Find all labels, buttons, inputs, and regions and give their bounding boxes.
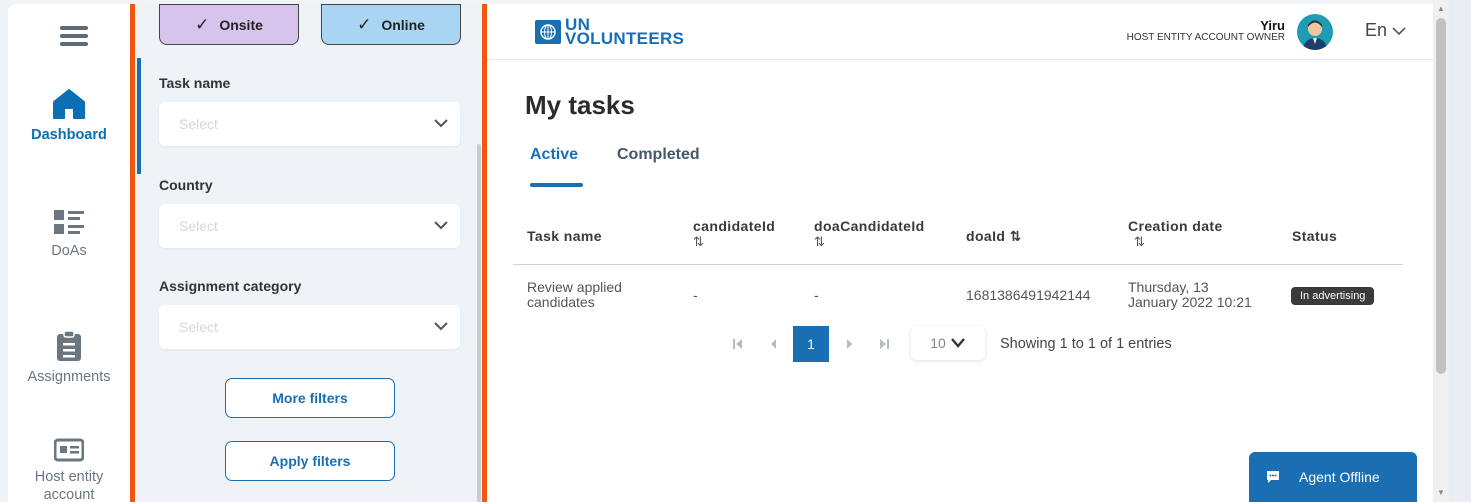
nav-item-assignments[interactable]: Assignments: [8, 330, 130, 386]
language-label: En: [1364, 20, 1387, 40]
nav-item-host-entity-account[interactable]: Host entity account: [8, 438, 130, 502]
top-bar: UN VOLUNTEERS Yiru HOST ENTITY ACCOUNT O…: [487, 4, 1433, 60]
onsite-toggle-label: Onsite: [219, 16, 263, 33]
nav-label-dashboard: Dashboard: [31, 127, 107, 143]
column-header-doa-id-label: doaId ⇅: [966, 228, 1022, 244]
assignment-category-select[interactable]: Select: [159, 305, 460, 349]
filter-panel-scrollbar[interactable]: [477, 144, 481, 502]
sort-icon[interactable]: ⇅: [1128, 234, 1223, 249]
app-root: Dashboard DoAs Assignments Host entity a…: [0, 0, 1471, 502]
onsite-toggle[interactable]: ✓ Onsite: [159, 4, 299, 45]
chevron-down-icon: [434, 221, 448, 230]
next-page-icon[interactable]: [843, 338, 855, 350]
sort-icon[interactable]: ⇅: [814, 234, 925, 249]
cell-task-name-line-2: candidates: [527, 294, 595, 310]
nav-label-host-entity-account: Host entity account: [34, 469, 104, 502]
column-header-doa-candidate-id[interactable]: doaCandidateId ⇅: [814, 218, 925, 250]
online-toggle[interactable]: ✓ Online: [321, 4, 461, 45]
sidebar-divider: [130, 4, 135, 502]
list-icon: [54, 210, 84, 234]
chevron-down-icon: [434, 322, 448, 331]
window-edge: [1449, 0, 1471, 502]
column-header-status-label: Status: [1292, 228, 1338, 244]
cell-doa-candidate-id: -: [814, 287, 819, 303]
column-header-doa-candidate-id-label: doaCandidateId: [814, 218, 925, 234]
column-header-status: Status: [1292, 229, 1337, 244]
tab-active[interactable]: Active: [530, 146, 578, 164]
active-section-indicator: [137, 58, 141, 174]
check-icon: ✓: [195, 14, 210, 34]
user-role: HOST ENTITY ACCOUNT OWNER: [1126, 32, 1285, 43]
cell-task-name-line-1: Review applied: [527, 279, 622, 295]
scroll-down-icon[interactable]: ▼: [1437, 488, 1445, 497]
cell-creation-date-line-2: January 2022 10:21: [1128, 294, 1252, 310]
page-title: My tasks: [525, 90, 635, 120]
check-icon: ✓: [357, 14, 372, 34]
page-button-current[interactable]: 1: [793, 326, 829, 362]
un-volunteers-logo[interactable]: UN VOLUNTEERS: [535, 16, 685, 48]
chevron-down-icon: [434, 119, 448, 128]
task-name-placeholder: Select: [179, 116, 218, 132]
column-header-candidate-id-label: candidateId: [693, 218, 776, 234]
chevron-down-icon: [950, 338, 965, 348]
hamburger-menu-icon[interactable]: [60, 26, 88, 46]
column-header-candidate-id[interactable]: candidateId ⇅: [693, 218, 776, 250]
tab-completed[interactable]: Completed: [617, 146, 700, 164]
more-filters-button[interactable]: More filters: [225, 378, 395, 418]
previous-page-icon[interactable]: [768, 338, 780, 350]
task-name-label: Task name: [159, 75, 231, 91]
page-scrollbar[interactable]: ▲ ▼: [1433, 0, 1449, 502]
pagination-info: Showing 1 to 1 of 1 entries: [1000, 336, 1172, 352]
home-icon: [53, 89, 85, 119]
column-header-creation-date-label: Creation date: [1128, 218, 1223, 234]
avatar[interactable]: [1297, 14, 1333, 50]
apply-filters-button[interactable]: Apply filters: [225, 441, 395, 481]
country-label: Country: [159, 177, 213, 193]
assignment-category-placeholder: Select: [179, 319, 218, 335]
logo-line-2: VOLUNTEERS: [565, 29, 685, 48]
column-header-creation-date[interactable]: Creation date ⇅: [1128, 218, 1223, 250]
nav-item-doas[interactable]: DoAs: [8, 210, 130, 260]
left-nav: Dashboard DoAs Assignments Host entity a…: [8, 4, 130, 502]
clipboard-icon: [57, 330, 81, 361]
logo-text: UN VOLUNTEERS: [565, 16, 685, 48]
assignment-category-label: Assignment category: [159, 278, 302, 294]
cell-candidate-id: -: [693, 287, 698, 303]
table-header-divider: [513, 264, 1403, 265]
cell-creation-date-line-1: Thursday, 13: [1128, 279, 1209, 295]
cell-task-name: Review applied candidates: [527, 280, 622, 310]
chat-widget-label: Agent Offline: [1299, 469, 1380, 485]
language-selector[interactable]: En: [1365, 20, 1407, 41]
nav-label-doas: DoAs: [51, 243, 87, 259]
active-tab-indicator: [530, 183, 583, 187]
last-page-icon[interactable]: [878, 338, 890, 350]
column-header-task-name: Task name: [527, 229, 602, 244]
page-size-select[interactable]: 10: [911, 326, 985, 360]
chat-widget-button[interactable]: Agent Offline: [1249, 452, 1417, 502]
user-name: Yiru: [1260, 18, 1285, 33]
nav-label-assignments: Assignments: [27, 369, 111, 385]
nav-item-dashboard[interactable]: Dashboard: [8, 88, 130, 144]
country-select[interactable]: Select: [159, 204, 460, 248]
cell-creation-date: Thursday, 13 January 2022 10:21: [1128, 280, 1252, 310]
column-header-doa-id[interactable]: doaId ⇅: [966, 229, 1022, 244]
status-badge: In advertising: [1291, 287, 1375, 305]
scroll-up-icon[interactable]: ▲: [1437, 4, 1445, 13]
id-card-icon: [54, 438, 84, 462]
first-page-icon[interactable]: [732, 338, 744, 350]
user-info[interactable]: Yiru HOST ENTITY ACCOUNT OWNER: [1127, 19, 1285, 44]
un-emblem-icon: [535, 20, 561, 44]
chat-bubble-icon: [1267, 471, 1279, 483]
cell-doa-id: 1681386491942144: [966, 287, 1091, 303]
scrollbar-thumb[interactable]: [1436, 18, 1446, 374]
country-placeholder: Select: [179, 218, 218, 234]
main-content: UN VOLUNTEERS Yiru HOST ENTITY ACCOUNT O…: [487, 4, 1433, 502]
chevron-down-icon: [1392, 26, 1406, 35]
task-name-select[interactable]: Select: [159, 102, 460, 146]
page-size-value: 10: [930, 335, 946, 351]
filter-panel: ✓ Onsite ✓ Online Task name Select Count…: [141, 4, 482, 502]
column-header-task-name-label: Task name: [527, 228, 602, 244]
sort-icon[interactable]: ⇅: [693, 234, 775, 249]
online-toggle-label: Online: [381, 16, 425, 33]
